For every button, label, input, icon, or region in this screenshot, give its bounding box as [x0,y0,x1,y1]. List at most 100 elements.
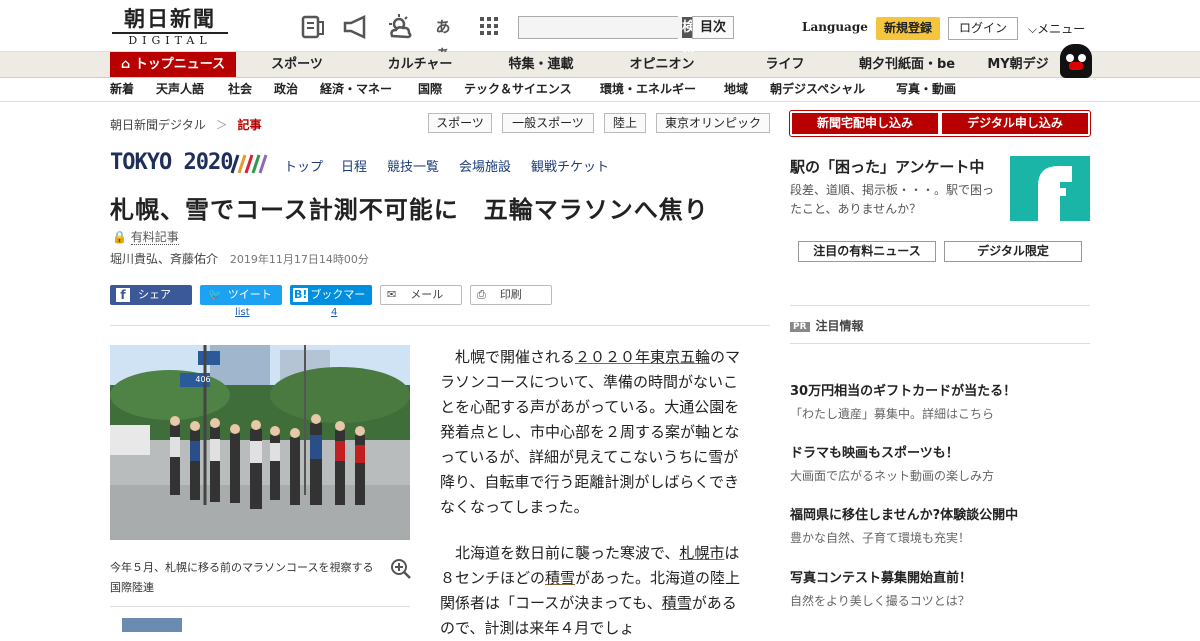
facebook-share-button[interactable]: f シェア [110,285,192,305]
zoom-icon[interactable] [390,558,412,585]
nav-item-features[interactable]: 特集・連載 [496,52,586,77]
pr-item-sub: 「わたし遺産」募集中。詳細はこちら [790,407,995,421]
subnav-society[interactable]: 社会 [228,78,252,101]
menu-button[interactable]: ⌵メニュー [1028,20,1085,37]
pr-divider [790,343,1090,344]
print-button[interactable]: ⎙ 印刷 [470,285,552,305]
paid-label-text[interactable]: 有料記事 [130,230,179,245]
pr-badge: PR [790,322,810,332]
subnav-tech[interactable]: テック＆サイエンス [464,78,572,101]
megaphone-icon[interactable] [342,14,368,40]
article-byline: 堀川貴弘、斉藤佑介 2019年11月17日14時00分 [110,250,369,267]
pr-heading: PR 注目情報 [790,317,864,334]
hatena-bookmark-button[interactable]: B! ブックマーク [290,285,372,321]
subnav-tensei[interactable]: 天声人語 [156,78,204,101]
nav-item-culture[interactable]: カルチャー [370,52,470,77]
tag-athletics[interactable]: 陸上 [604,113,646,133]
tokyo2020-nav-events[interactable]: 競技一覧 [387,156,439,175]
subscribe-digital-button[interactable]: デジタル申し込み [942,113,1088,134]
tokyo2020-nav-tickets[interactable]: 観戦チケット [531,156,609,175]
login-button[interactable]: ログイン [948,17,1018,40]
nav-item-top-news[interactable]: ⌂ トップニュース [110,52,236,77]
ad-title[interactable]: 駅の「困った」アンケート中 [790,156,984,177]
paragraph-text: 北海道を数日前に襲った寒波で、 [455,544,680,562]
subnav-local[interactable]: 地域 [724,78,748,101]
tag-tokyo-olympics[interactable]: 東京オリンピック [656,113,770,133]
link-snowfall-2[interactable]: 積雪 [662,594,692,612]
pr-item[interactable]: 写真コンテスト募集開始直前！ 自然をより美しく撮るコツとは？ [790,567,1090,609]
tab-digital-limited[interactable]: デジタル限定 [944,241,1082,262]
breadcrumb-home[interactable]: 朝日新聞デジタル [110,118,206,132]
breadcrumb: 朝日新聞デジタル ＞ 記事 [110,116,261,133]
chevron-down-icon: ⌵ [1028,22,1038,36]
search-box: 検索 [518,16,696,56]
sidebar-divider [790,305,1090,306]
nav-item-sports[interactable]: スポーツ [252,52,342,77]
print-label: 印刷 [499,288,522,301]
facebook-share-label: シェア [138,288,171,301]
nav-item-paper[interactable]: 朝夕刊紙面・be [848,52,966,77]
pr-item[interactable]: ドラマも映画もスポーツも！ 大画面で広がるネット動画の楽しみ方 [790,442,1090,484]
subnav-special[interactable]: 朝デジスペシャル [770,78,865,101]
logo-english: DIGITAL [112,32,228,47]
pr-heading-label: 注目情報 [815,319,864,333]
ad-image[interactable] [1010,156,1090,221]
subnav-world[interactable]: 国際 [418,78,442,101]
weather-icon[interactable] [386,14,412,40]
photo-caption: 今年５月、札幌に移る前のマラソンコースを視察する国際陸連 [110,561,374,594]
toc-button[interactable]: 目次 [692,16,734,39]
home-icon: ⌂ [120,57,131,72]
register-button[interactable]: 新規登録 [876,17,940,40]
nav-item-opinion[interactable]: オピニオン [614,52,710,77]
pr-item-sub: 豊かな自然、子育て環境も充実！ [790,531,971,545]
mail-button[interactable]: ✉ メール [380,285,462,305]
tag-general-sports[interactable]: 一般スポーツ [502,113,594,133]
article-date: 2019年11月17日14時00分 [229,253,369,266]
logo-japanese: 朝日新聞 [124,6,216,31]
subnav-latest[interactable]: 新着 [110,78,134,101]
nav-item-my-asahi[interactable]: MY朝デジ [976,52,1060,77]
print-icon: ⎙ [477,288,486,301]
hatena-count[interactable]: 4 [331,307,337,318]
tab-paid-news[interactable]: 注目の有料ニュース [798,241,936,262]
pr-item[interactable]: 福岡県に移住しませんか?体験談公開中 豊かな自然、子育て環境も充実！ [790,504,1090,546]
grid-menu-icon[interactable] [476,14,502,40]
subscribe-home-button[interactable]: 新聞宅配申し込み [792,113,938,134]
pr-item-title: ドラマも映画もスポーツも！ [790,446,959,461]
paragraph-text: のマラソンコースについて、準備の時間がないことを心配する声があがっている。大通公… [440,348,741,516]
ad-text[interactable]: 段差、道順、掲示板・・・。駅で困ったこと、ありませんか？ [790,181,1005,219]
paid-article-label: 🔒 有料記事 [112,228,179,245]
search-input[interactable] [519,17,682,38]
link-tokyo-olympics[interactable]: ２０２０年東京五輪 [575,348,710,366]
twitter-share-button[interactable]: 🐦 ツイート [200,285,282,305]
pr-item-title: 福岡県に移住しませんか?体験談公開中 [790,508,1019,523]
subnav-politics[interactable]: 政治 [274,78,298,101]
link-snowfall[interactable]: 積雪 [545,569,575,587]
language-link[interactable]: Language [802,20,868,34]
newspaper-icon[interactable] [300,14,326,40]
twitter-count[interactable]: list [235,307,250,318]
mascot-icon [1060,44,1092,78]
tokyo2020-nav-venues[interactable]: 会場施設 [459,156,511,175]
site-header: 朝日新聞 DIGITAL あぁ 検索 目次 Language 新規登録 ログイン… [0,0,1200,62]
article-photo[interactable]: 406 [110,345,410,540]
article-paragraph-2: 北海道を数日前に襲った寒波で、札幌市は８センチほどの積雪があった。北海道の陸上関… [440,541,750,641]
facebook-icon: f [116,288,130,302]
tag-sports[interactable]: スポーツ [428,113,492,133]
subnav-environment[interactable]: 環境・エネルギー [600,78,696,101]
subnav-economy[interactable]: 経済・マネー [320,78,392,101]
pr-item-title: 写真コンテスト募集開始直前！ [790,571,973,586]
pr-item[interactable]: 30万円相当のギフトカードが当たる！ 「わたし遺産」募集中。詳細はこちら [790,380,1090,422]
tokyo2020-logo[interactable]: TOKYO 2020 [110,150,233,175]
tokyo2020-stripes-icon [230,154,268,174]
pr-item-sub: 大画面で広がるネット動画の楽しみ方 [790,469,995,483]
tokyo2020-nav-top[interactable]: トップ [284,156,323,175]
font-size-icon[interactable]: あぁ [430,14,456,62]
link-sapporo[interactable]: 札幌市 [679,544,724,562]
nav-item-life[interactable]: ライフ [740,52,830,77]
pr-item-title: 30万円相当のギフトカードが当たる！ [790,384,1017,399]
subnav-photo[interactable]: 写真・動画 [896,78,956,101]
site-logo[interactable]: 朝日新聞 DIGITAL [112,6,228,47]
tokyo2020-nav-schedule[interactable]: 日程 [341,156,367,175]
breadcrumb-current: 記事 [237,118,262,132]
